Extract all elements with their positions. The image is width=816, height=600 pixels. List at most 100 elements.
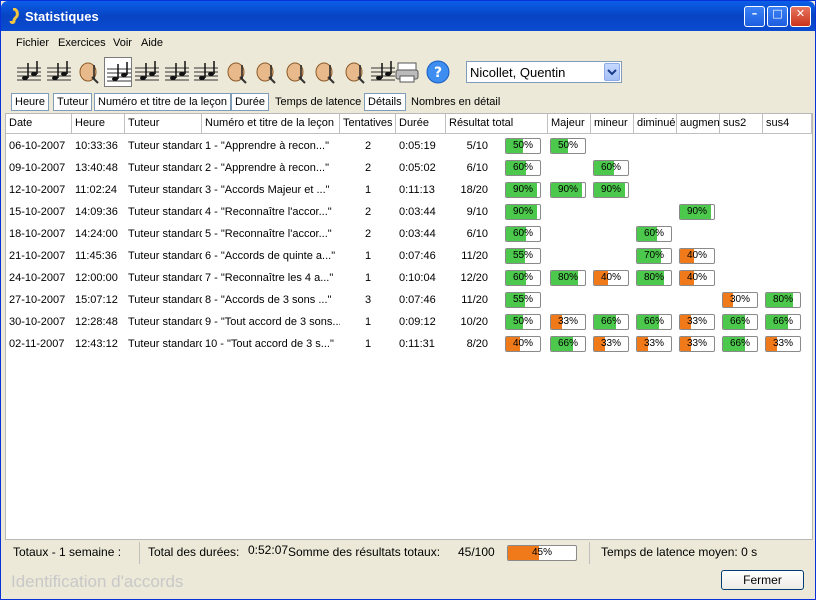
category-progress: 90% bbox=[679, 204, 715, 220]
category-progress: 33% bbox=[636, 336, 672, 352]
category-progress: 66% bbox=[765, 314, 801, 330]
cell-tuteur: Tuteur standard bbox=[128, 184, 202, 196]
category-progress: 66% bbox=[550, 336, 586, 352]
column-header[interactable]: Résultat total bbox=[446, 114, 548, 134]
title-bar[interactable]: Statistiques – □ ✕ bbox=[1, 1, 815, 31]
column-header[interactable]: Numéro et titre de la leçon bbox=[202, 114, 340, 134]
cell-tuteur: Tuteur standard bbox=[128, 338, 202, 350]
cell-heure: 15:07:12 bbox=[75, 294, 118, 306]
note-ny-icon[interactable] bbox=[163, 57, 191, 87]
cell-lecon: 9 - "Tout accord de 3 sons..." bbox=[205, 316, 340, 328]
cell-tentatives: 1 bbox=[364, 316, 372, 328]
notes-flat-icon[interactable] bbox=[45, 57, 73, 87]
cell-duree: 0:05:19 bbox=[399, 140, 436, 152]
status-somme-label: Somme des résultats totaux: bbox=[288, 545, 441, 559]
svg-text:?: ? bbox=[434, 65, 442, 81]
cell-lecon: 6 - "Accords de quinte a..." bbox=[205, 250, 336, 262]
column-header[interactable]: sus2 bbox=[720, 114, 763, 134]
cell-date: 02-11-2007 bbox=[9, 338, 65, 350]
close-button[interactable]: Fermer bbox=[721, 570, 804, 590]
tab-heure[interactable]: Heure bbox=[11, 93, 49, 111]
cell-lecon: 2 - "Apprendre à recon..." bbox=[205, 162, 329, 174]
total-progress: 50% bbox=[505, 314, 541, 330]
category-progress: 33% bbox=[679, 336, 715, 352]
close-window-button[interactable]: ✕ bbox=[790, 6, 811, 27]
category-progress: 70% bbox=[636, 248, 672, 264]
cell-tuteur: Tuteur standard bbox=[128, 316, 202, 328]
ear-app-icon bbox=[9, 8, 19, 24]
category-progress: 66% bbox=[722, 336, 758, 352]
category-progress: 40% bbox=[593, 270, 629, 286]
tab-details[interactable]: Détails bbox=[364, 93, 406, 111]
help-icon[interactable]: ? bbox=[424, 57, 452, 87]
category-progress: 33% bbox=[550, 314, 586, 330]
category-progress: 90% bbox=[550, 182, 586, 198]
tab-nombres[interactable]: Nombres en détail bbox=[407, 93, 504, 111]
scale-icon[interactable] bbox=[192, 57, 220, 87]
column-header[interactable]: diminué bbox=[634, 114, 677, 134]
category-progress: 40% bbox=[679, 270, 715, 286]
hand-icon[interactable] bbox=[222, 57, 250, 87]
cell-duree: 0:05:02 bbox=[399, 162, 436, 174]
status-somme-progress: 45% bbox=[507, 545, 577, 561]
menu-bar: Fichier Exercices Voir Aide bbox=[5, 34, 811, 52]
cell-date: 12-10-2007 bbox=[9, 184, 66, 196]
minimize-button[interactable]: – bbox=[744, 6, 765, 27]
hand-pen-icon[interactable] bbox=[281, 57, 309, 87]
student-select[interactable]: Nicollet, Quentin bbox=[466, 61, 622, 83]
cell-heure: 14:09:36 bbox=[75, 206, 118, 218]
column-header[interactable]: augmenté bbox=[677, 114, 720, 134]
cell-duree: 0:09:12 bbox=[399, 316, 436, 328]
column-header[interactable]: Date bbox=[6, 114, 72, 134]
column-header[interactable]: Tentatives bbox=[340, 114, 396, 134]
cell-heure: 10:33:36 bbox=[75, 140, 118, 152]
tab-latence[interactable]: Temps de latence bbox=[271, 93, 365, 111]
cell-resultat: 12/20 bbox=[460, 272, 488, 284]
cell-date: 27-10-2007 bbox=[9, 294, 66, 306]
tutor-icon[interactable] bbox=[74, 57, 102, 87]
menu-aide[interactable]: Aide bbox=[141, 37, 163, 49]
cell-resultat: 11/20 bbox=[461, 250, 488, 262]
category-progress: 80% bbox=[636, 270, 672, 286]
tab-duree[interactable]: Durée bbox=[231, 93, 269, 111]
cell-tentatives: 3 bbox=[364, 294, 372, 306]
statistics-table[interactable]: Date Heure Tuteur Numéro et titre de la leç… bbox=[5, 113, 813, 540]
category-progress: 30% bbox=[722, 292, 758, 308]
category-progress: 90% bbox=[593, 182, 629, 198]
category-progress: 33% bbox=[679, 314, 715, 330]
column-header[interactable]: sus4 bbox=[763, 114, 812, 134]
note-staff-icon[interactable] bbox=[133, 57, 161, 87]
category-progress: 60% bbox=[593, 160, 629, 176]
ear-note-icon[interactable] bbox=[310, 57, 338, 87]
cell-lecon: 5 - "Reconnaître l'accor..." bbox=[205, 228, 332, 240]
column-header[interactable]: Durée bbox=[396, 114, 446, 134]
column-header[interactable]: Tuteur bbox=[125, 114, 202, 134]
chevron-down-icon[interactable] bbox=[604, 63, 620, 81]
cell-tentatives: 1 bbox=[364, 184, 372, 196]
printer-icon[interactable] bbox=[393, 57, 421, 87]
column-header[interactable]: Majeur bbox=[548, 114, 591, 134]
notes-icon[interactable] bbox=[15, 57, 43, 87]
menu-fichier[interactable]: Fichier bbox=[16, 37, 49, 49]
cell-duree: 0:03:44 bbox=[399, 206, 436, 218]
statistics-window: Statistiques – □ ✕ Fichier Exercices Voi… bbox=[0, 0, 816, 600]
menu-voir[interactable]: Voir bbox=[113, 37, 132, 49]
cell-heure: 12:43:12 bbox=[75, 338, 118, 350]
menu-exercices[interactable]: Exercices bbox=[58, 37, 106, 49]
column-header[interactable]: Heure bbox=[72, 114, 125, 134]
cell-date: 30-10-2007 bbox=[9, 316, 66, 328]
ear-notes-icon[interactable] bbox=[340, 57, 368, 87]
cell-resultat: 9/10 bbox=[466, 206, 488, 218]
cell-date: 21-10-2007 bbox=[9, 250, 66, 262]
hand-flag-icon[interactable] bbox=[251, 57, 279, 87]
maximize-button[interactable]: □ bbox=[767, 6, 788, 27]
tab-tuteur[interactable]: Tuteur bbox=[53, 93, 93, 111]
cell-lecon: 7 - "Reconnaître les 4 a..." bbox=[205, 272, 334, 284]
cell-tuteur: Tuteur standard bbox=[128, 140, 202, 152]
category-progress: 33% bbox=[765, 336, 801, 352]
tab-lecon[interactable]: Numéro et titre de la leçon bbox=[94, 93, 232, 111]
note-single-icon[interactable] bbox=[103, 57, 132, 87]
column-header[interactable]: mineur bbox=[591, 114, 634, 134]
category-progress: 66% bbox=[636, 314, 672, 330]
cell-lecon: 10 - "Tout accord de 3 s..." bbox=[205, 338, 334, 350]
